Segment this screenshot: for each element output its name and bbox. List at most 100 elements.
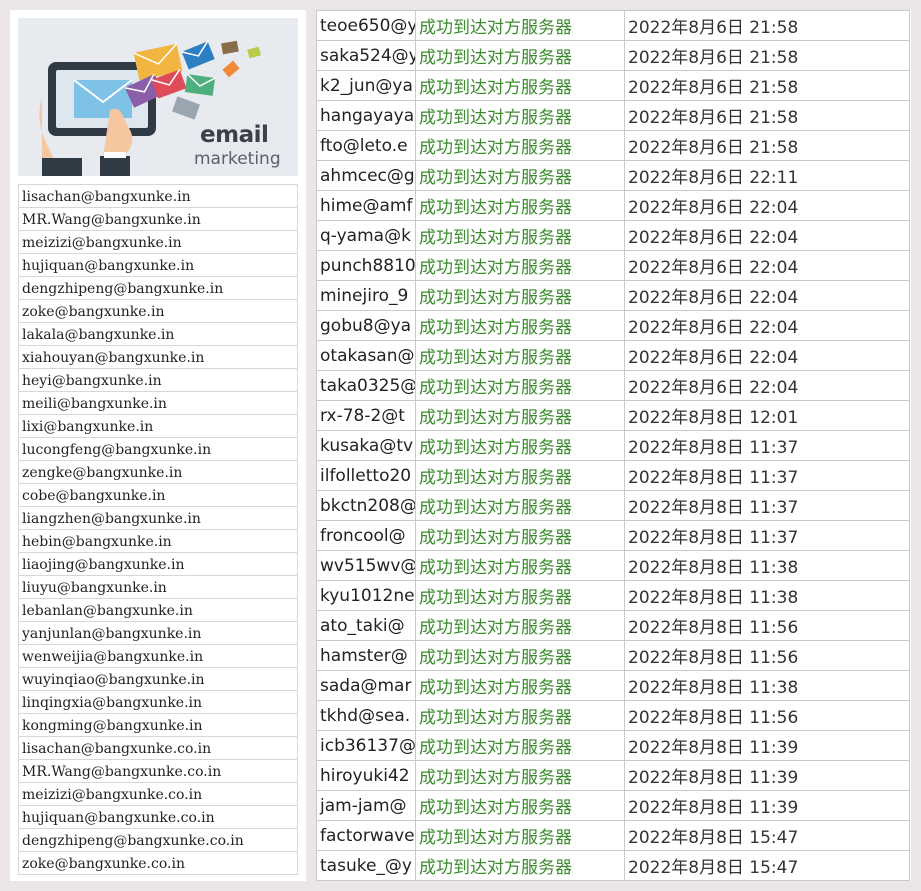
table-row: rx-78-2@t 成功到达对方服务器 2022年8月8日 12:01 [316,400,910,431]
table-row: teoe650@y 成功到达对方服务器 2022年8月6日 21:58 [316,10,910,41]
recipient-email-cell: tasuke_@y [316,850,416,881]
delivery-status-cell: 成功到达对方服务器 [415,700,625,731]
right-panel: teoe650@y 成功到达对方服务器 2022年8月6日 21:58 saka524… [316,10,911,881]
table-row: kyu1012ne 成功到达对方服务器 2022年8月8日 11:38 [316,580,910,611]
delivery-time-cell: 2022年8月8日 11:39 [624,790,910,821]
delivery-status-cell: 成功到达对方服务器 [415,220,625,251]
envelope-icon [171,96,201,120]
email-list-item: liaojing@bangxunke.in [18,553,298,576]
email-list-item: meizizi@bangxunke.co.in [18,783,298,806]
delivery-status-cell: 成功到达对方服务器 [415,520,625,551]
email-list-item: meili@bangxunke.in [18,392,298,415]
email-list-item: lakala@bangxunke.in [18,323,298,346]
delivery-status-cell: 成功到达对方服务器 [415,730,625,761]
delivery-status-cell: 成功到达对方服务器 [415,340,625,371]
recipient-email-cell: froncool@ [316,520,416,551]
delivery-time-cell: 2022年8月6日 21:58 [624,130,910,161]
table-row: hiroyuki42 成功到达对方服务器 2022年8月8日 11:39 [316,760,910,791]
recipient-email-cell: saka524@y [316,40,416,71]
banner-subtitle: marketing [194,149,281,169]
table-row: factorwave 成功到达对方服务器 2022年8月8日 15:47 [316,820,910,851]
delivery-status-cell: 成功到达对方服务器 [415,850,625,881]
email-list-item: MR.Wang@bangxunke.co.in [18,760,298,783]
delivery-status-cell: 成功到达对方服务器 [415,310,625,341]
delivery-time-cell: 2022年8月6日 22:04 [624,340,910,371]
delivery-status-cell: 成功到达对方服务器 [415,70,625,101]
table-row: ato_taki@ 成功到达对方服务器 2022年8月8日 11:56 [316,610,910,641]
delivery-time-cell: 2022年8月8日 11:39 [624,730,910,761]
recipient-email-cell: icb36137@ [316,730,416,761]
table-row: taka0325@ 成功到达对方服务器 2022年8月6日 22:04 [316,370,910,401]
recipient-email-cell: hamster@ [316,640,416,671]
email-marketing-banner: email marketing [18,18,298,176]
delivery-time-cell: 2022年8月6日 21:58 [624,70,910,101]
email-list-item: meizizi@bangxunke.in [18,231,298,254]
delivery-status-cell: 成功到达对方服务器 [415,370,625,401]
table-row: froncool@ 成功到达对方服务器 2022年8月8日 11:37 [316,520,910,551]
delivery-time-cell: 2022年8月6日 21:58 [624,40,910,71]
delivery-status-cell: 成功到达对方服务器 [415,430,625,461]
delivery-status-cell: 成功到达对方服务器 [415,490,625,521]
recipient-email-cell: tkhd@sea. [316,700,416,731]
email-list-item: hebin@bangxunke.in [18,530,298,553]
table-row: hime@amf 成功到达对方服务器 2022年8月6日 22:04 [316,190,910,221]
envelope-icon [181,41,215,70]
email-list-item: dengzhipeng@bangxunke.co.in [18,829,298,852]
delivery-status-cell: 成功到达对方服务器 [415,460,625,491]
email-list-item: liangzhen@bangxunke.in [18,507,298,530]
envelope-icon [222,60,240,78]
email-list-item: yanjunlan@bangxunke.in [18,622,298,645]
table-row: q-yama@k 成功到达对方服务器 2022年8月6日 22:04 [316,220,910,251]
email-list-item: zengke@bangxunke.in [18,461,298,484]
delivery-time-cell: 2022年8月6日 22:11 [624,160,910,191]
recipient-email-cell: ahmcec@g [316,160,416,191]
table-row: ilfolletto20 成功到达对方服务器 2022年8月8日 11:37 [316,460,910,491]
delivery-status-cell: 成功到达对方服务器 [415,550,625,581]
delivery-time-cell: 2022年8月8日 11:39 [624,760,910,791]
delivery-time-cell: 2022年8月6日 21:58 [624,10,910,41]
table-row: hangayaya 成功到达对方服务器 2022年8月6日 21:58 [316,100,910,131]
envelope-icon [184,73,216,96]
delivery-time-cell: 2022年8月8日 11:56 [624,700,910,731]
delivery-time-cell: 2022年8月6日 22:04 [624,220,910,251]
delivery-time-cell: 2022年8月8日 11:38 [624,580,910,611]
table-row: k2_jun@ya 成功到达对方服务器 2022年8月6日 21:58 [316,70,910,101]
delivery-time-cell: 2022年8月8日 11:38 [624,670,910,701]
delivery-status-cell: 成功到达对方服务器 [415,400,625,431]
email-list-item: lisachan@bangxunke.co.in [18,737,298,760]
delivery-time-cell: 2022年8月8日 15:47 [624,820,910,851]
recipient-email-cell: minejiro_9 [316,280,416,311]
email-list-item: dengzhipeng@bangxunke.in [18,277,298,300]
table-row: jam-jam@ 成功到达对方服务器 2022年8月8日 11:39 [316,790,910,821]
recipient-email-cell: kyu1012ne [316,580,416,611]
table-row: sada@mar 成功到达对方服务器 2022年8月8日 11:38 [316,670,910,701]
table-row: gobu8@ya 成功到达对方服务器 2022年8月6日 22:04 [316,310,910,341]
recipient-email-cell: teoe650@y [316,10,416,41]
table-row: kusaka@tv 成功到达对方服务器 2022年8月8日 11:37 [316,430,910,461]
recipient-email-cell: k2_jun@ya [316,70,416,101]
delivery-time-cell: 2022年8月8日 11:37 [624,520,910,551]
delivery-status-cell: 成功到达对方服务器 [415,100,625,131]
delivery-status-cell: 成功到达对方服务器 [415,670,625,701]
recipient-email-cell: factorwave [316,820,416,851]
recipient-email-cell: otakasan@ [316,340,416,371]
recipient-email-cell: wv515wv@ [316,550,416,581]
recipient-email-cell: rx-78-2@t [316,400,416,431]
email-list-item: linqingxia@bangxunke.in [18,691,298,714]
delivery-time-cell: 2022年8月6日 22:04 [624,370,910,401]
email-list-item: hujiquan@bangxunke.co.in [18,806,298,829]
recipient-email-cell: q-yama@k [316,220,416,251]
email-list-item: wenweijia@bangxunke.in [18,645,298,668]
delivery-log-table: teoe650@y 成功到达对方服务器 2022年8月6日 21:58 saka524… [316,10,910,881]
table-row: fto@leto.e 成功到达对方服务器 2022年8月6日 21:58 [316,130,910,161]
delivery-time-cell: 2022年8月8日 11:37 [624,460,910,491]
email-list-item: hujiquan@bangxunke.in [18,254,298,277]
email-list-item: lisachan@bangxunke.in [18,185,298,208]
table-row: bkctn208@ 成功到达对方服务器 2022年8月8日 11:37 [316,490,910,521]
delivery-status-cell: 成功到达对方服务器 [415,610,625,641]
recipient-email-cell: bkctn208@ [316,490,416,521]
email-list-item: zoke@bangxunke.co.in [18,852,298,875]
email-list-item: heyi@bangxunke.in [18,369,298,392]
delivery-time-cell: 2022年8月8日 11:37 [624,490,910,521]
table-row: otakasan@ 成功到达对方服务器 2022年8月6日 22:04 [316,340,910,371]
